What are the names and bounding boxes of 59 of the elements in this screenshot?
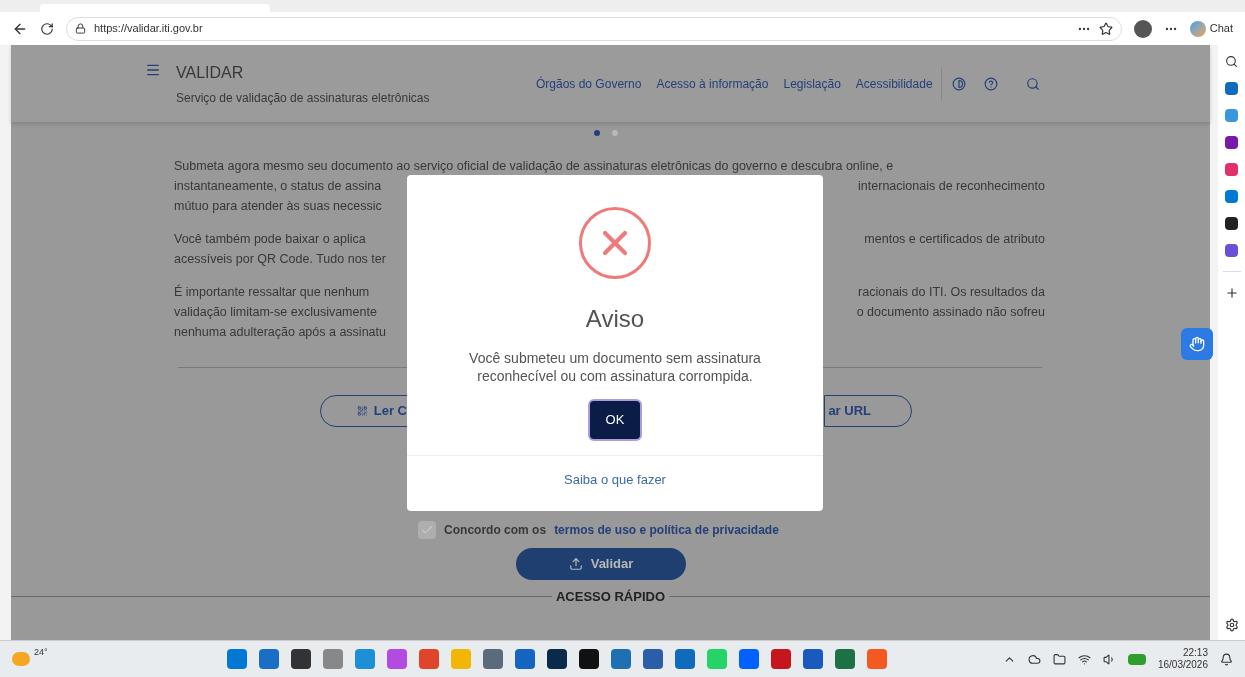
dialog-title: Aviso <box>585 304 645 334</box>
nav-link[interactable]: Acessibilidade <box>855 74 933 93</box>
settings-icon[interactable] <box>1224 618 1239 632</box>
help-icon[interactable] <box>983 76 998 91</box>
check-icon <box>420 523 435 537</box>
app-icon[interactable] <box>835 649 855 669</box>
favorite-icon[interactable] <box>1098 21 1113 36</box>
app-icon[interactable] <box>611 649 631 669</box>
weather-text: 24° <box>34 646 48 660</box>
sidebar-app-icon[interactable] <box>1225 136 1238 149</box>
wifi-icon[interactable] <box>1077 652 1091 666</box>
dialog-message: Você submeteu um documento sem assinatura reconhecível ou com assinatura corrompida. <box>468 349 762 385</box>
body-text: Você também pode baixar o aplica <box>174 231 366 246</box>
upload-icon <box>568 557 583 571</box>
body-text: internacionais de reconhecimento <box>858 177 1045 195</box>
hand-icon <box>1189 336 1205 352</box>
clock-date[interactable]: 16/03/2026 <box>1157 659 1208 671</box>
section-heading: ACESSO RÁPIDO <box>554 588 667 606</box>
contrast-icon[interactable] <box>951 76 966 91</box>
checkbox[interactable] <box>418 521 437 539</box>
validate-button[interactable]: Validar <box>516 548 686 580</box>
url-text: https://validar.iti.gov.br <box>94 21 204 37</box>
error-icon <box>579 207 651 279</box>
lock-icon <box>75 23 86 34</box>
body-text: nenhuma adulteração após a assinatu <box>174 324 386 339</box>
notification-icon[interactable] <box>1220 652 1233 666</box>
terms-link[interactable]: termos de uso e política de privacidade <box>554 521 779 539</box>
site-subtitle: Serviço de validação de assinaturas eletrônicas <box>176 89 431 107</box>
help-link[interactable]: Saiba o que fazer <box>564 470 666 490</box>
cloud-icon[interactable] <box>1027 652 1041 666</box>
ok-button[interactable]: OK <box>590 401 640 439</box>
site-title: VALIDAR <box>176 62 245 83</box>
nav-link[interactable]: Órgãos do Governo <box>536 74 642 93</box>
qr-icon <box>357 405 368 417</box>
body-text: o documento assinado não sofreu <box>856 303 1045 321</box>
nav-link[interactable]: Acesso à informação <box>656 74 769 93</box>
body-text: mentos e certificados de atributo <box>864 230 1045 248</box>
body-text: É importante ressaltar que nenhum <box>174 284 370 299</box>
copilot-button[interactable]: Chat <box>1189 20 1233 37</box>
add-icon[interactable] <box>1224 286 1239 300</box>
body-text: acessíveis por QR Code. Tudo nos ter <box>174 251 386 266</box>
reload-icon[interactable] <box>40 21 54 36</box>
body-text: mútuo para atender às suas necessic <box>174 198 382 213</box>
app-icon[interactable] <box>771 649 791 669</box>
nav-link[interactable]: Legislação <box>783 74 841 93</box>
accessibility-widget[interactable] <box>1181 328 1213 360</box>
body-text: validação limitam-se exclusivamente <box>174 304 377 319</box>
app-icon[interactable] <box>643 649 663 669</box>
body-text: racionais do ITI. Os resultados da <box>858 283 1045 301</box>
sidebar-app-icon[interactable] <box>1225 217 1238 230</box>
clock-time[interactable]: 22:13 <box>1182 647 1208 659</box>
consent-text: Concordo com os <box>444 522 547 539</box>
app-icon[interactable] <box>803 649 823 669</box>
body-text: instantaneamente, o status de assina <box>174 178 382 193</box>
copilot-icon <box>1189 20 1206 37</box>
app-icon[interactable] <box>547 649 567 669</box>
profile-avatar[interactable] <box>1133 19 1152 38</box>
volume-icon[interactable] <box>1102 652 1116 666</box>
body-text: Submeta agora mesmo seu documento ao serviço oficial de validação de assinaturas eletrônicas do governo e descubra online, e <box>174 157 894 175</box>
